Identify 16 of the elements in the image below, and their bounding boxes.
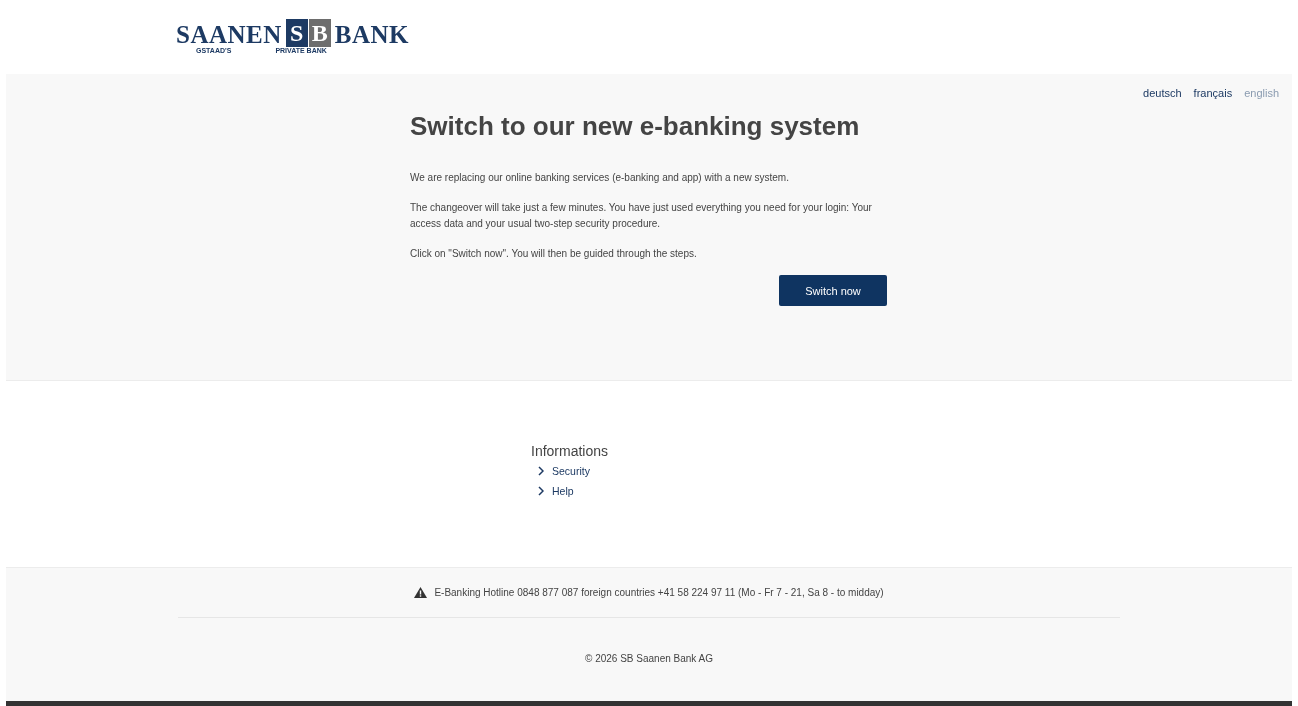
language-link[interactable]: deutsch [1143, 87, 1182, 99]
switch-now-button[interactable]: Switch now [779, 275, 887, 306]
section-heading: Informations [531, 443, 610, 459]
info-link[interactable]: Help [538, 485, 574, 497]
logo-wordmark: SAANEN [176, 23, 282, 47]
copyright-text: © 2026 SB Saanen Bank AG [584, 653, 714, 664]
hotline-text: E-Banking Hotline 0848 877 087 foreign countries +41 58 224 97 11 (Mo - Fr 7 - 21, Sa 8 - to midday) [434, 587, 884, 598]
body-paragraph: We are replacing our online banking services (e-banking and app) with a new system. [410, 171, 790, 185]
body-paragraph: Click on "Switch now". You will then be guided through the steps. [410, 247, 698, 261]
info-link[interactable]: Security [538, 465, 590, 477]
warning-icon [414, 587, 428, 598]
body-paragraph: The changeover will take just a few minutes. You have just used everything you need for your login: Your access data and your usual two-step security procedure. [410, 201, 873, 231]
logo-monogram: S B [285, 19, 331, 47]
logo-wordmark: BANK [334, 23, 410, 47]
page-title: Switch to our new e-banking system [410, 111, 861, 142]
language-link[interactable]: français [1193, 87, 1233, 99]
